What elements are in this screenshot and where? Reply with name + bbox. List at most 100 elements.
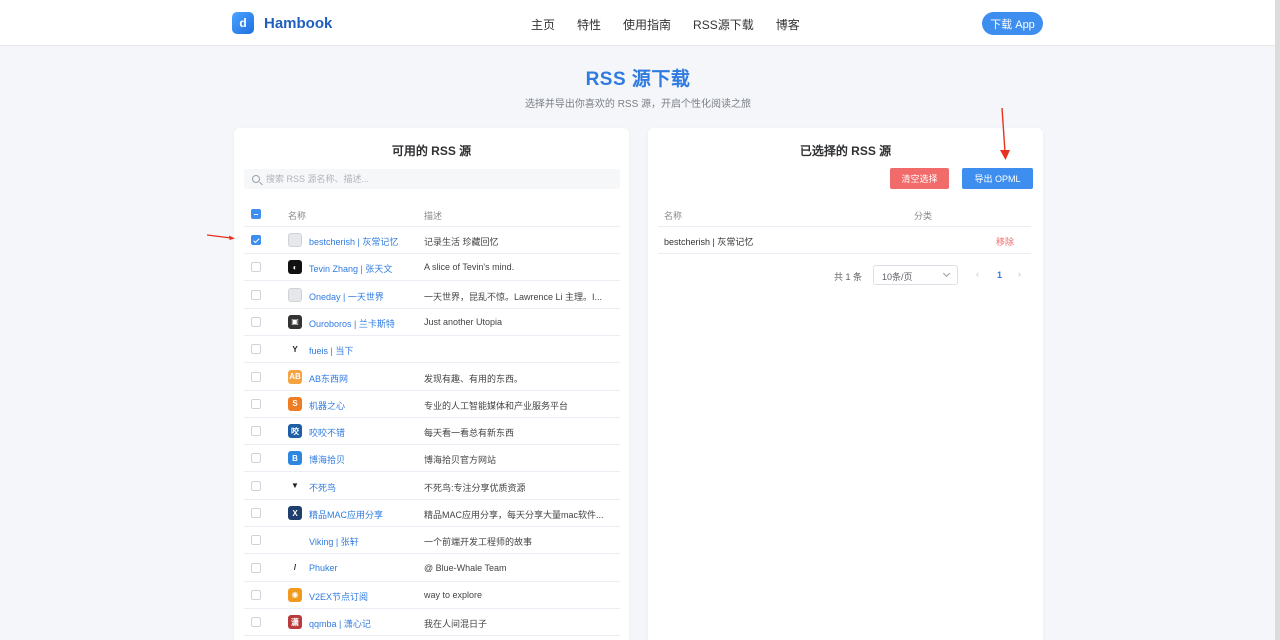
ab-icon: AB — [288, 369, 302, 384]
row-checkbox[interactable] — [251, 453, 261, 464]
available-sources-panel: 可用的 RSS 源 名称 描述 bestcherish | 灰常记忆 记录生活 珍… — [234, 128, 629, 640]
search-input[interactable] — [266, 174, 606, 184]
row-checkbox[interactable] — [251, 617, 261, 628]
column-header-category: 分类 — [914, 211, 933, 221]
source-description: Just another Utopia — [424, 316, 503, 327]
row-checkbox[interactable] — [251, 289, 261, 300]
table-row[interactable]: / Phuker @ Blue-Whale Team — [244, 555, 620, 582]
source-name-link[interactable]: Tevin Zhang | 张天文 — [309, 262, 392, 275]
row-checkbox[interactable] — [251, 262, 261, 273]
row-checkbox[interactable] — [251, 480, 261, 491]
page-title: RSS 源下载 — [585, 69, 691, 90]
table-row[interactable]: bestcherish | 灰常记忆 记录生活 珍藏回忆 — [244, 227, 620, 254]
source-description: 我在人间混日子 — [424, 619, 488, 630]
table-row[interactable]: B 博海拾贝 博海拾贝官方网站 — [244, 445, 620, 473]
table-row[interactable]: Viking | 张轩 一个前端开发工程师的故事 — [244, 527, 620, 555]
source-name-link[interactable]: V2EX节点订阅 — [309, 590, 368, 603]
next-page-button[interactable]: › — [1018, 269, 1021, 279]
source-name-link[interactable]: bestcherish | 灰常记忆 — [309, 235, 398, 248]
source-name-link[interactable]: 不死鸟 — [309, 481, 336, 494]
broken-image — [288, 233, 302, 247]
rss-icon: ◉ — [288, 587, 302, 602]
table-row[interactable]: ▼ 不死鸟 不死鸟:专注分享优质资源 — [244, 473, 620, 500]
row-checkbox[interactable] — [251, 344, 261, 355]
source-name-link[interactable]: Viking | 张轩 — [309, 535, 359, 548]
annotation-arrow-down-icon — [1000, 108, 1010, 160]
jiqizhixin-icon: S — [288, 396, 302, 411]
clear-selection-button[interactable]: 清空选择 — [890, 168, 949, 189]
source-name-link[interactable]: qqmba | 潇心记 — [309, 617, 371, 630]
page-size-select[interactable]: 10条/页 — [873, 265, 958, 285]
table-header: 名称 描述 — [244, 201, 620, 227]
search-box — [244, 169, 620, 189]
selected-sources-panel: 已选择的 RSS 源 清空选择 导出 OPML 名称 分类 bestcheris… — [648, 128, 1043, 640]
source-name-link[interactable]: Phuker — [309, 563, 338, 573]
nav-item-guide[interactable]: 使用指南 — [623, 16, 671, 33]
top-header: d Hambook 主页 特性 使用指南 RSS源下载 博客 下载 App — [0, 0, 1280, 46]
select-all-checkbox[interactable] — [251, 209, 261, 219]
table-row[interactable]: S 机器之心 专业的人工智能媒体和产业服务平台 — [244, 391, 620, 418]
export-opml-button[interactable]: 导出 OPML — [962, 168, 1033, 189]
knife-icon: / — [288, 560, 302, 575]
available-panel-title: 可用的 RSS 源 — [391, 144, 472, 158]
sprout-icon: Y — [288, 342, 302, 357]
prev-page-button[interactable]: ‹ — [976, 269, 979, 279]
table-row[interactable]: ◉ V2EX节点订阅 way to explore — [244, 582, 620, 609]
mac-share-icon: X — [288, 506, 302, 520]
source-name-link[interactable]: 精品MAC应用分享 — [309, 508, 383, 521]
source-name-link[interactable]: Oneday | 一天世界 — [309, 290, 384, 303]
table-row[interactable]: ▣ Ouroboros | 兰卡斯特 Just another Utopia — [244, 309, 620, 336]
bohai-icon: B — [288, 451, 302, 466]
row-checkbox[interactable] — [251, 535, 261, 546]
remove-button[interactable]: 移除 — [996, 235, 1014, 248]
nav-item-home[interactable]: 主页 — [531, 16, 555, 33]
row-checkbox[interactable] — [251, 316, 261, 327]
table-row[interactable]: AB AB东西网 发现有趣、有用的东西。 — [244, 364, 620, 391]
source-name-link[interactable]: 机器之心 — [309, 399, 345, 412]
ouroboros-icon: ▣ — [288, 314, 302, 329]
selected-table-header: 名称 分类 — [658, 201, 1031, 227]
source-name-link[interactable]: Ouroboros | 兰卡斯特 — [309, 317, 395, 330]
column-header-description: 描述 — [424, 211, 443, 221]
table-row[interactable]: X 精品MAC应用分享 精品MAC应用分享，每天分享大量mac软件... — [244, 500, 620, 527]
row-checkbox[interactable] — [251, 235, 261, 245]
selected-source-name: bestcherish | 灰常记忆 — [664, 237, 754, 247]
chevron-down-icon — [942, 269, 951, 278]
logo[interactable]: d Hambook — [232, 12, 332, 34]
table-row[interactable]: 咬咬咬不错 每天看一看总有新东西 — [244, 418, 620, 446]
logo-text: Hambook — [264, 14, 333, 32]
row-checkbox[interactable] — [251, 371, 261, 382]
selected-panel-title: 已选择的 RSS 源 — [799, 144, 892, 158]
nav-item-blog[interactable]: 博客 — [776, 16, 800, 33]
row-checkbox[interactable] — [251, 562, 261, 573]
nav-item-rss-download[interactable]: RSS源下载 — [693, 16, 754, 33]
row-checkbox[interactable] — [251, 426, 261, 437]
table-row[interactable]: Oneday | 一天世界 一天世界，昆乱不惊。Lawrence Li 主理。I.… — [244, 282, 620, 309]
table-row[interactable]: ◐ Tevin Zhang | 张天文 A slice of Tevin's min… — [244, 254, 620, 282]
row-checkbox[interactable] — [251, 398, 261, 409]
phoenix-icon: ▼ — [288, 478, 302, 493]
page-subtitle: 选择并导出你喜欢的 RSS 源，开启个性化阅读之旅 — [524, 99, 752, 110]
tevin-icon: ◐ — [288, 260, 302, 275]
source-name-link[interactable]: fueis | 当下 — [309, 344, 353, 357]
table-row[interactable]: 潇 qqmba | 潇心记 我在人间混日子 — [244, 609, 620, 637]
current-page-number[interactable]: 1 — [997, 270, 1002, 280]
download-app-button[interactable]: 下载 App — [982, 12, 1043, 35]
source-name-link[interactable]: 博海拾贝 — [309, 453, 345, 466]
source-description: 一天世界，昆乱不惊。Lawrence Li 主理。I... — [424, 291, 603, 302]
broken-image — [288, 287, 302, 302]
hambook-logo-icon: d — [232, 12, 254, 34]
source-description: 不死鸟:专注分享优质资源 — [424, 482, 526, 493]
nav-item-features[interactable]: 特性 — [577, 16, 601, 33]
source-name-link[interactable]: 咬咬不错 — [309, 426, 345, 439]
source-description: 发现有趣、有用的东西。 — [424, 373, 524, 384]
source-description: 每天看一看总有新东西 — [424, 428, 515, 439]
source-description: way to explore — [424, 589, 483, 600]
row-checkbox[interactable] — [251, 508, 261, 518]
pagination-total: 共 1 条 — [834, 272, 863, 282]
table-row[interactable]: Yfueis | 当下 — [244, 336, 620, 364]
page-size-value: 10条/页 — [882, 272, 913, 282]
yao-icon: 咬 — [288, 424, 302, 439]
source-name-link[interactable]: AB东西网 — [309, 372, 348, 385]
row-checkbox[interactable] — [251, 589, 261, 600]
